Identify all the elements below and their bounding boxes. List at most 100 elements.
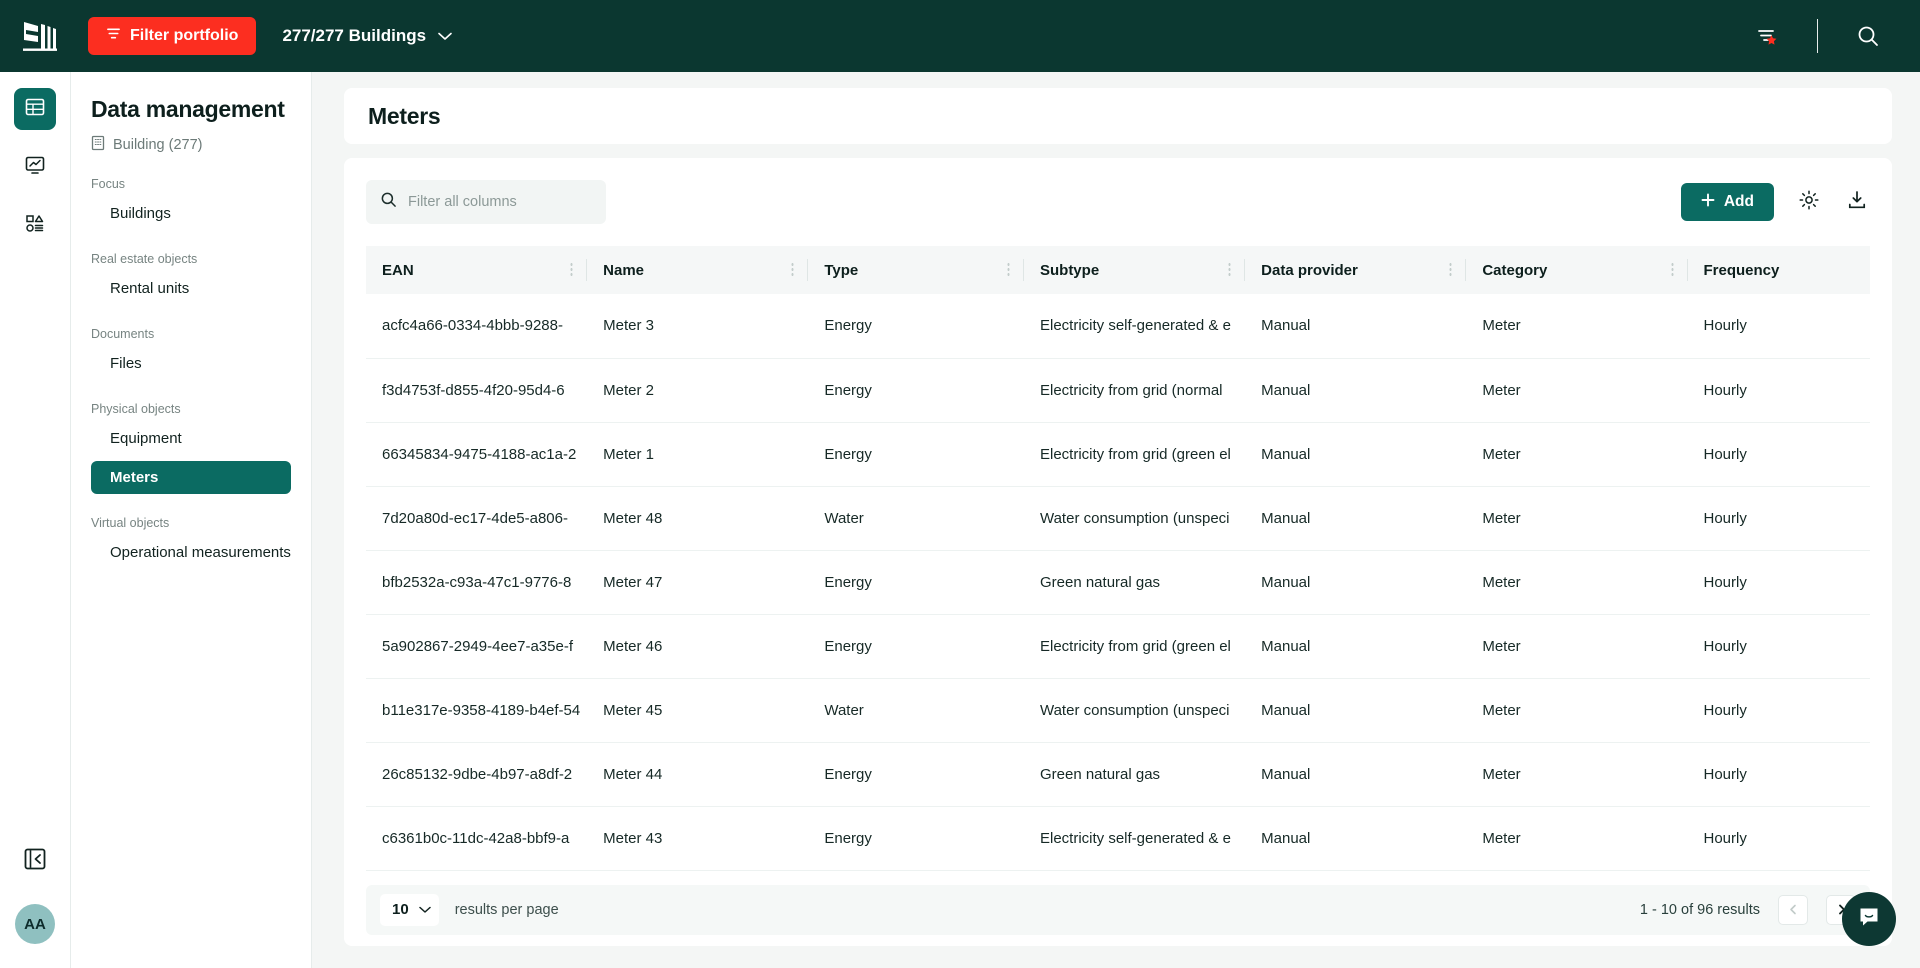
- chat-icon: [1856, 904, 1882, 935]
- buildings-selector[interactable]: 277/277 Buildings: [282, 26, 452, 46]
- monitor-chart-icon: [24, 154, 46, 181]
- add-button[interactable]: Add: [1680, 183, 1774, 221]
- table-row[interactable]: 7d20a80d-ec17-4de5-a806- Meter 48 Water …: [366, 486, 1870, 550]
- cell-frequency: Hourly: [1703, 381, 1747, 399]
- column-drag-handle[interactable]: [791, 262, 795, 278]
- filter-portfolio-button[interactable]: Filter portfolio: [88, 17, 257, 55]
- table-row[interactable]: 5a902867-2949-4ee7-a35e-f Meter 46 Energ…: [366, 614, 1870, 678]
- cell-category: Meter: [1482, 445, 1521, 463]
- cell-type: Energy: [824, 829, 872, 847]
- rail-bottom-actions: AA: [15, 842, 55, 968]
- previous-page-button[interactable]: [1778, 894, 1808, 925]
- results-range-text: 1 - 10 of 96 results: [1639, 901, 1760, 918]
- cell-category: Meter: [1482, 829, 1521, 847]
- rail-item-objects[interactable]: [14, 204, 56, 246]
- cell-ean: c6361b0c-11dc-42a8-bbf9-a: [382, 829, 570, 847]
- results-per-page-value: 10: [392, 901, 409, 918]
- sidebar-group-label: Documents: [91, 327, 155, 341]
- sidebar-subtitle-label: Building (277): [113, 137, 203, 153]
- cell-name: Meter 44: [603, 765, 663, 783]
- sidebar-group-label: Virtual objects: [91, 516, 170, 530]
- column-header-subtype[interactable]: Subtype: [1024, 246, 1246, 294]
- sidebar-group: Focus Buildings: [91, 177, 291, 230]
- collapse-sidebar-button[interactable]: [18, 842, 52, 876]
- buildings-selector-label: 277/277 Buildings: [282, 26, 427, 45]
- sidebar-item-files[interactable]: Files: [91, 347, 291, 380]
- table-row[interactable]: f3d4753f-d855-4f20-95d4-6 Meter 2 Energy…: [366, 358, 1870, 422]
- column-header-label: Name: [603, 261, 645, 279]
- meters-table-card: Add: [344, 158, 1892, 946]
- search-button[interactable]: [1842, 10, 1894, 62]
- search-icon: [380, 191, 397, 213]
- cell-data-provider: Manual: [1261, 765, 1311, 783]
- filter-columns-search[interactable]: [366, 180, 606, 224]
- sidebar-group: Documents Files: [91, 327, 291, 380]
- table-row[interactable]: b11e317e-9358-4189-b4ef-54 Meter 45 Wate…: [366, 678, 1870, 742]
- cell-subtype: Electricity from grid (normal: [1039, 381, 1223, 399]
- column-drag-handle[interactable]: [1449, 262, 1453, 278]
- cell-data-provider: Manual: [1261, 829, 1311, 847]
- column-header-type[interactable]: Type: [808, 246, 1024, 294]
- cell-type: Energy: [824, 765, 872, 783]
- table-header-row: EAN Name Type Subtype Data provider Cate…: [366, 246, 1870, 294]
- cell-data-provider: Manual: [1261, 701, 1311, 719]
- table-row[interactable]: 66345834-9475-4188-ac1a-2 Meter 1 Energy…: [366, 422, 1870, 486]
- column-header-name[interactable]: Name: [587, 246, 809, 294]
- sidebar-item-label: Meters: [110, 469, 159, 486]
- cell-name: Meter 3: [603, 317, 655, 335]
- cell-type: Energy: [824, 381, 872, 399]
- cell-subtype: Electricity self-generated & e: [1039, 829, 1231, 847]
- column-header-ean[interactable]: EAN: [366, 246, 588, 294]
- export-download-button[interactable]: [1844, 189, 1870, 215]
- sidebar-item-equipment[interactable]: Equipment: [91, 422, 291, 455]
- table-settings-button[interactable]: [1796, 189, 1822, 215]
- table-row[interactable]: bfb2532a-c93a-47c1-9776-8 Meter 47 Energ…: [366, 550, 1870, 614]
- column-header-frequency[interactable]: Frequency: [1688, 246, 1871, 294]
- search-input[interactable]: [408, 194, 592, 210]
- column-header-data-provider[interactable]: Data provider: [1245, 246, 1467, 294]
- cell-category: Meter: [1482, 509, 1521, 527]
- cell-type: Water: [824, 701, 864, 719]
- table-row[interactable]: 26c85132-9dbe-4b97-a8df-2 Meter 44 Energ…: [366, 742, 1870, 806]
- saved-filters-button[interactable]: [1741, 10, 1793, 62]
- cell-ean: acfc4a66-0334-4bbb-9288-: [382, 317, 563, 335]
- filter-icon: [106, 26, 121, 46]
- column-header-category[interactable]: Category: [1466, 246, 1688, 294]
- sidebar-item-meters[interactable]: Meters: [91, 461, 291, 494]
- cell-category: Meter: [1482, 765, 1521, 783]
- column-drag-handle[interactable]: [1006, 262, 1010, 278]
- cell-data-provider: Manual: [1261, 573, 1311, 591]
- column-drag-handle[interactable]: [1228, 262, 1232, 278]
- cell-subtype: Green natural gas: [1039, 573, 1161, 591]
- cell-subtype: Electricity from grid (green el: [1039, 445, 1231, 463]
- cell-name: Meter 48: [603, 509, 663, 527]
- cell-frequency: Hourly: [1703, 573, 1747, 591]
- cell-name: Meter 1: [603, 445, 655, 463]
- avatar[interactable]: AA: [15, 904, 55, 944]
- column-drag-handle[interactable]: [1670, 262, 1674, 278]
- rail-item-analytics[interactable]: [14, 146, 56, 188]
- meters-table: EAN Name Type Subtype Data provider Cate…: [366, 246, 1870, 871]
- rail-item-data-management[interactable]: [14, 88, 56, 130]
- plus-icon: [1701, 193, 1715, 212]
- filter-portfolio-label: Filter portfolio: [130, 27, 239, 44]
- cell-frequency: Hourly: [1703, 445, 1747, 463]
- sidebar-item-operational-measurements[interactable]: Operational measurements: [91, 536, 291, 569]
- building-icon: [91, 135, 105, 155]
- cell-ean: 5a902867-2949-4ee7-a35e-f: [382, 637, 573, 655]
- cell-name: Meter 45: [603, 701, 663, 719]
- table-row[interactable]: c6361b0c-11dc-42a8-bbf9-a Meter 43 Energ…: [366, 806, 1870, 870]
- cell-subtype: Electricity from grid (green el: [1039, 637, 1231, 655]
- chat-support-button[interactable]: [1842, 892, 1896, 946]
- table-row[interactable]: acfc4a66-0334-4bbb-9288- Meter 3 Energy …: [366, 294, 1870, 358]
- column-drag-handle[interactable]: [570, 262, 574, 278]
- cell-frequency: Hourly: [1703, 509, 1747, 527]
- sidebar-title: Data management: [91, 96, 285, 122]
- sidebar-group-label: Focus: [91, 177, 126, 191]
- sidebar-item-buildings[interactable]: Buildings: [91, 197, 291, 230]
- avatar-initials: AA: [24, 915, 46, 933]
- results-per-page-label: results per page: [454, 901, 559, 918]
- results-per-page-select[interactable]: 10: [380, 893, 439, 926]
- sidebar-item-rental-units[interactable]: Rental units: [91, 272, 291, 305]
- cell-data-provider: Manual: [1261, 509, 1311, 527]
